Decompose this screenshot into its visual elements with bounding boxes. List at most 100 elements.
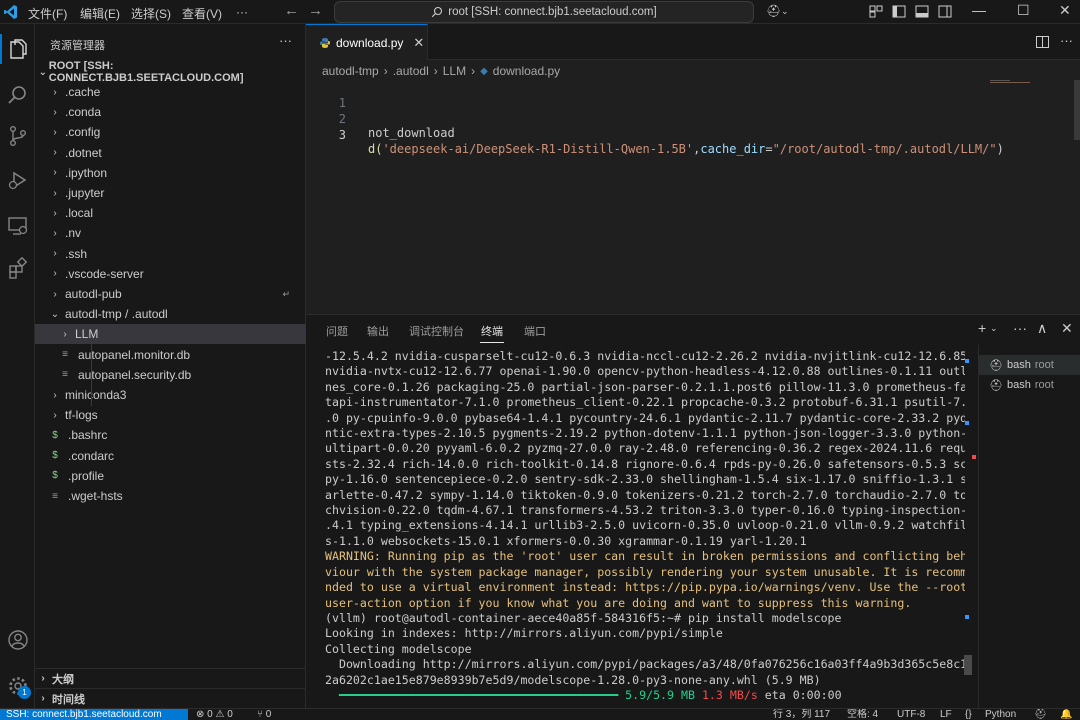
terminal-output[interactable]: -12.5.4.2 nvidia-cusparselt-cu12-0.6.3 n… xyxy=(325,349,965,709)
tab-debug-console[interactable]: 调试控制台 xyxy=(409,323,464,339)
terminal-line: .4.1 typing_extensions-4.14.1 urllib3-2.… xyxy=(325,518,965,533)
menu-view[interactable]: 查看(V) xyxy=(182,5,222,22)
copilot-icon[interactable]: ⛑ xyxy=(766,4,781,18)
tree-item[interactable]: › .local xyxy=(35,203,306,223)
terminal-scrollbar[interactable] xyxy=(964,655,972,675)
chevron-right-icon: › xyxy=(433,64,438,78)
tree-item[interactable]: › .nv xyxy=(35,223,306,243)
back-arrow-icon[interactable]: ← xyxy=(284,2,299,19)
remote-indicator[interactable]: SSH: connect.bjb1.seetacloud.com xyxy=(0,709,188,720)
chevron-down-icon[interactable]: ⌄ xyxy=(990,323,998,334)
terminal-item[interactable]: ⛑ bash root xyxy=(979,355,1080,375)
customize-layout-icon[interactable] xyxy=(869,5,883,18)
notifications-icon[interactable]: 🔔 xyxy=(1060,709,1072,720)
tree-item[interactable]: ⌄ autodl-tmp / .autodl xyxy=(35,304,306,324)
toggle-primary-sidebar-icon[interactable] xyxy=(892,5,906,18)
timeline-label: 时间线 xyxy=(52,693,85,706)
settings-gear-icon[interactable]: 1 xyxy=(0,670,35,702)
menu-selection[interactable]: 选择(S) xyxy=(131,5,171,22)
search-icon[interactable] xyxy=(0,79,35,111)
menu-edit[interactable]: 编辑(E) xyxy=(80,5,120,22)
tree-item[interactable]: ≡ autopanel.monitor.db xyxy=(35,345,306,365)
timeline-section[interactable]: › 时间线 xyxy=(35,688,306,708)
extensions-icon[interactable] xyxy=(0,252,35,284)
breadcrumb-item[interactable]: autodl-tmp xyxy=(322,64,379,78)
tree-item[interactable]: › autodl-pub ↵ xyxy=(35,284,306,304)
breadcrumb-item[interactable]: LLM xyxy=(443,64,466,78)
tree-item-label: .ipython xyxy=(65,165,108,180)
tree-item-label: .vscode-server xyxy=(65,266,144,281)
tree-item[interactable]: › .ssh xyxy=(35,244,306,264)
maximize-icon[interactable]: ☐ xyxy=(1017,2,1030,19)
copilot-status-icon[interactable]: ⛑ xyxy=(1034,709,1047,720)
more-actions-icon[interactable]: ··· xyxy=(1013,320,1027,336)
tree-item[interactable]: › .ipython xyxy=(35,163,306,183)
toggle-panel-icon[interactable] xyxy=(915,5,929,18)
close-panel-icon[interactable]: ✕ xyxy=(1061,320,1073,337)
menu-file[interactable]: 文件(F) xyxy=(28,5,67,22)
tab-ports[interactable]: 端口 xyxy=(524,323,546,339)
editor-tab-bar: download.py ✕ ··· xyxy=(306,24,1080,60)
tree-item[interactable]: › LLM xyxy=(35,324,306,345)
workspace-root[interactable]: ⌄ ROOT [SSH: CONNECT.BJB1.SEETACLOUD.COM… xyxy=(35,60,306,84)
tree-item[interactable]: › .jupyter xyxy=(35,183,306,203)
tree-item[interactable]: $ .profile xyxy=(35,466,306,486)
eol-status[interactable]: LF xyxy=(940,709,952,720)
code-editor[interactable]: autodl-tmp › .autodl › LLM › ◆ download.… xyxy=(306,60,1080,314)
close-window-icon[interactable]: ✕ xyxy=(1059,2,1071,19)
command-center-search[interactable]: root [SSH: connect.bjb1.seetacloud.com] xyxy=(334,1,754,23)
tab-problems[interactable]: 问题 xyxy=(326,323,348,339)
terminal-line: chvision-0.22.0 tqdm-4.67.1 transformers… xyxy=(325,503,965,518)
tab-output[interactable]: 输出 xyxy=(367,323,389,339)
tab-terminal[interactable]: 终端 xyxy=(481,323,503,339)
braces-icon[interactable]: {} xyxy=(965,709,972,720)
chevron-right-icon: › xyxy=(471,64,476,78)
forward-arrow-icon[interactable]: → xyxy=(308,2,323,19)
tree-item[interactable]: $ .bashrc xyxy=(35,425,306,445)
ports-status[interactable]: ⑂ 0 xyxy=(257,709,271,720)
tree-item[interactable]: ≡ autopanel.security.db xyxy=(35,365,306,385)
tab-download-py[interactable]: download.py ✕ xyxy=(306,24,428,60)
split-editor-icon[interactable] xyxy=(1036,36,1049,48)
tree-item[interactable]: › .config xyxy=(35,122,306,142)
minimize-icon[interactable]: — xyxy=(972,2,986,18)
tree-item[interactable]: ≡ .wget-hsts xyxy=(35,486,306,506)
account-icon[interactable] xyxy=(0,624,35,656)
tree-item[interactable]: › miniconda3 xyxy=(35,385,306,405)
maximize-panel-icon[interactable]: ∧ xyxy=(1037,320,1047,337)
tree-item[interactable]: › .conda xyxy=(35,102,306,122)
more-actions-icon[interactable]: ··· xyxy=(279,33,292,48)
new-terminal-icon[interactable]: + xyxy=(978,320,986,336)
cursor-position[interactable]: 行 3，列 117 xyxy=(773,709,830,720)
problems-status[interactable]: ⊗ 0 ⚠ 0 xyxy=(196,709,233,720)
chevron-right-icon: › xyxy=(53,147,57,159)
encoding-status[interactable]: UTF-8 xyxy=(897,709,925,720)
run-debug-icon[interactable] xyxy=(0,164,35,196)
python-file-icon: ◆ xyxy=(480,65,488,77)
tree-item[interactable]: › .cache xyxy=(35,82,306,102)
editor-scrollbar[interactable] xyxy=(1074,80,1080,140)
tree-item[interactable]: › .vscode-server xyxy=(35,264,306,284)
tree-item[interactable]: › .dotnet xyxy=(35,143,306,163)
chevron-right-icon: › xyxy=(383,64,388,78)
close-tab-icon[interactable]: ✕ xyxy=(413,35,424,51)
tree-item[interactable]: › tf-logs xyxy=(35,405,306,425)
menu-more[interactable]: ··· xyxy=(236,5,248,19)
remote-explorer-icon[interactable] xyxy=(0,210,35,242)
more-actions-icon[interactable]: ··· xyxy=(1060,33,1073,48)
tree-item[interactable]: $ .condarc xyxy=(35,446,306,466)
terminal-item[interactable]: ⛑ bash root xyxy=(979,375,1080,395)
outline-section[interactable]: › 大纲 xyxy=(35,668,306,688)
chevron-down-icon[interactable]: ⌄ xyxy=(781,6,789,17)
terminal-sub: root xyxy=(1034,379,1054,391)
breadcrumb-item[interactable]: .autodl xyxy=(393,64,429,78)
indentation-status[interactable]: 空格: 4 xyxy=(847,709,878,720)
breadcrumb-item[interactable]: download.py xyxy=(493,64,560,78)
explorer-icon[interactable] xyxy=(0,34,35,66)
language-mode[interactable]: Python xyxy=(985,709,1016,720)
tree-item-label: .wget-hsts xyxy=(68,489,123,503)
source-control-icon[interactable] xyxy=(0,120,35,152)
terminal-line: ntic-extra-types-2.10.5 pygments-2.19.2 … xyxy=(325,426,965,441)
toggle-secondary-sidebar-icon[interactable] xyxy=(938,5,952,18)
minimap[interactable] xyxy=(990,78,1050,88)
